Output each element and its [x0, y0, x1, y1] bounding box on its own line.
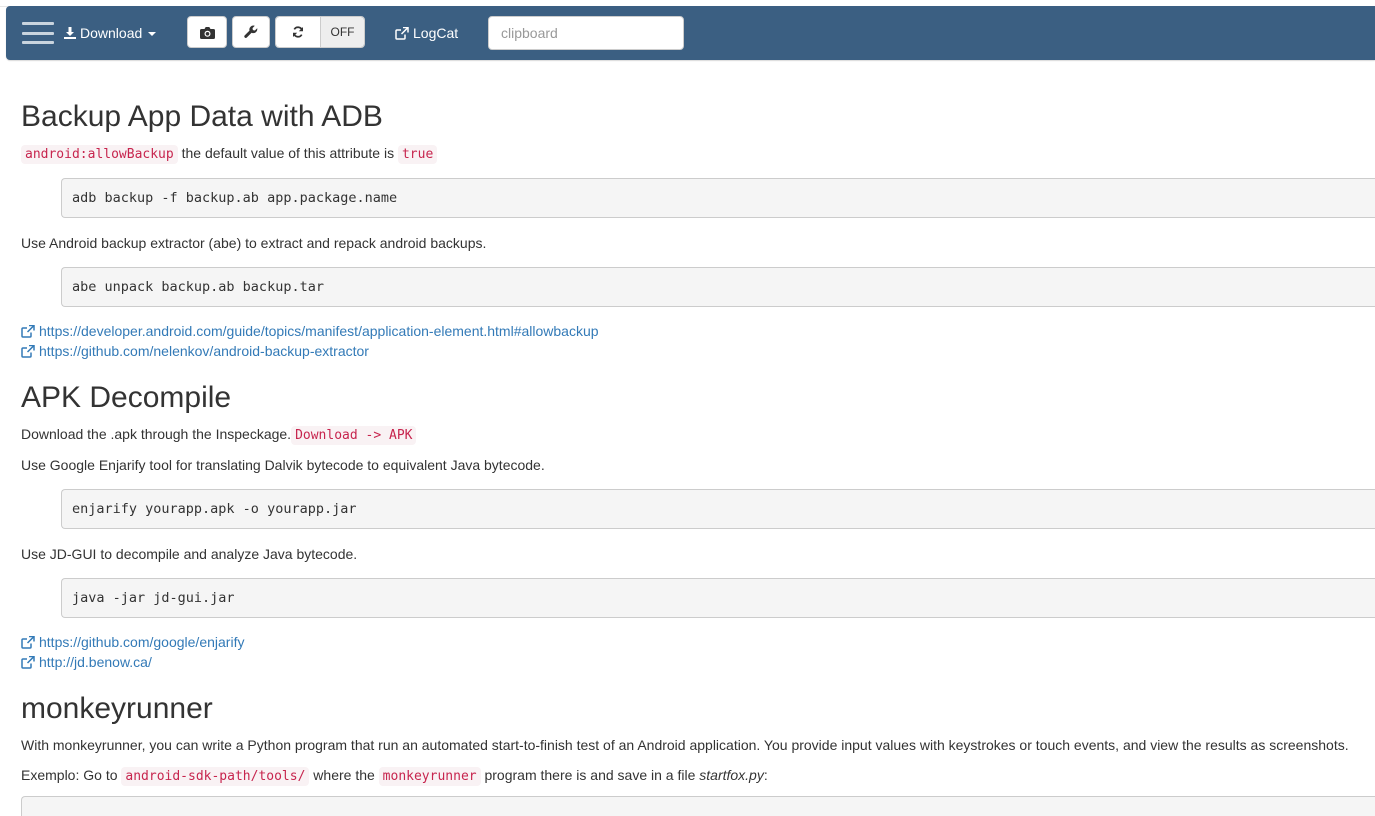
code-block — [21, 796, 1375, 816]
external-link-icon — [21, 635, 35, 649]
abe-paragraph: Use Android backup extractor (abe) to ex… — [21, 235, 487, 251]
settings-button[interactable] — [232, 16, 270, 48]
external-link-icon — [21, 324, 35, 338]
external-link[interactable]: https://github.com/google/enjarify — [21, 632, 244, 652]
example-paragraph: Exemplo: Go to android-sdk-path/tools/ w… — [21, 765, 768, 787]
menu-icon[interactable] — [22, 22, 54, 44]
paragraph-text: the default value of this attribute is — [181, 145, 395, 161]
caret-down-icon — [148, 32, 157, 36]
code-block: enjarify yourapp.apk -o yourapp.jar — [61, 489, 1375, 529]
download-icon — [64, 27, 76, 39]
jdgui-paragraph: Use JD-GUI to decompile and analyze Java… — [21, 546, 358, 562]
allowbackup-paragraph: android:allowBackup the default value of… — [21, 143, 438, 165]
link-text: http://jd.benow.ca/ — [39, 654, 152, 670]
link-text: https://github.com/google/enjarify — [39, 634, 245, 650]
code-block: adb backup -f backup.ab app.package.name — [61, 178, 1375, 218]
paragraph-text: : — [763, 767, 768, 783]
inline-code: true — [397, 145, 438, 164]
download-paragraph: Download the .apk through the Inspeckage… — [21, 424, 417, 446]
external-link-icon — [395, 26, 413, 40]
auto-refresh-toggle[interactable]: OFF — [275, 16, 365, 48]
paragraph-text: Exemplo: Go to — [21, 767, 118, 783]
link-text: https://developer.android.com/guide/topi… — [39, 323, 599, 339]
paragraph-text: where the — [313, 767, 375, 783]
logcat-link[interactable]: LogCat — [395, 22, 458, 44]
toggle-state-label: OFF — [321, 17, 364, 47]
paragraph-text: program there is and save in a file — [484, 767, 696, 783]
screenshot-button[interactable] — [187, 16, 227, 48]
enjarify-paragraph: Use Google Enjarify tool for translating… — [21, 457, 545, 473]
download-dropdown[interactable]: Download — [64, 22, 157, 44]
external-link[interactable]: https://developer.android.com/guide/topi… — [21, 321, 599, 341]
logcat-label: LogCat — [413, 25, 459, 41]
refresh-icon — [276, 17, 321, 47]
section-title-backup: Backup App Data with ADB — [21, 100, 383, 133]
monkeyrunner-intro: With monkeyrunner, you can write a Pytho… — [21, 737, 1349, 753]
inline-code: android:allowBackup — [21, 145, 178, 164]
filename: startfox.py — [699, 767, 764, 783]
clipboard-input[interactable] — [488, 16, 684, 50]
navbar: Download OFF LogCat — [6, 6, 1375, 60]
inline-code: Download -> APK — [291, 426, 417, 445]
external-link[interactable]: http://jd.benow.ca/ — [21, 652, 152, 672]
section-title-monkeyrunner: monkeyrunner — [21, 692, 213, 725]
section-title-apk: APK Decompile — [21, 381, 232, 414]
paragraph-text: Download the .apk through the Inspeckage… — [21, 426, 292, 442]
link-text: https://github.com/nelenkov/android-back… — [39, 343, 369, 359]
code-block: java -jar jd-gui.jar — [61, 578, 1375, 618]
download-label: Download — [80, 25, 143, 41]
camera-icon — [199, 26, 215, 39]
external-link-icon — [21, 344, 35, 358]
code-block: abe unpack backup.ab backup.tar — [61, 267, 1375, 307]
inline-code: android-sdk-path/tools/ — [121, 767, 310, 786]
inline-code: monkeyrunner — [378, 767, 481, 786]
wrench-icon — [244, 25, 258, 39]
external-link-icon — [21, 655, 35, 669]
external-link[interactable]: https://github.com/nelenkov/android-back… — [21, 341, 369, 361]
